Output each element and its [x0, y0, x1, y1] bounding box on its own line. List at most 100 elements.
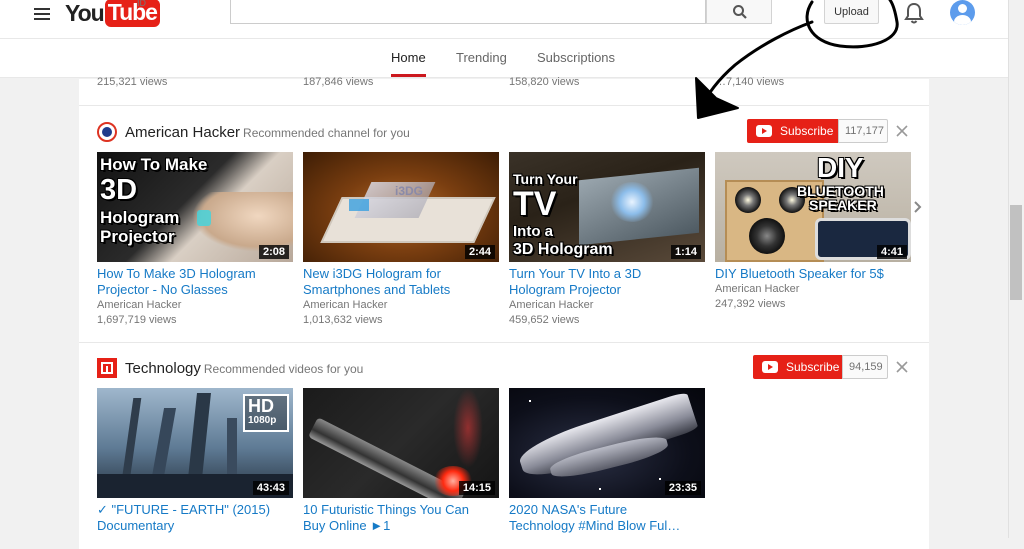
thumbnail-text: i3DG: [395, 184, 424, 198]
video-title-link[interactable]: ✓ "FUTURE - EARTH" (2015) Documentary: [97, 502, 293, 534]
shelf-subtitle: Recommended videos for you: [203, 362, 364, 376]
video-duration: 43:43: [252, 481, 289, 495]
shelf-subtitle: Recommended channel for you: [243, 126, 410, 140]
logo-you-text: You: [65, 0, 105, 26]
shelf-divider: [79, 342, 929, 343]
search-input[interactable]: [230, 0, 706, 24]
video-title-link[interactable]: 10 Futuristic Things You Can Buy Online …: [303, 502, 499, 534]
masthead: You Tube ID Upload: [0, 0, 1008, 38]
video-meta: American Hacker 1,697,719 views: [97, 298, 181, 328]
video-thumbnail[interactable]: 23:35: [509, 388, 705, 498]
video-title-line: Buy Online ►1: [303, 518, 391, 533]
video-channel[interactable]: American Hacker: [97, 298, 181, 313]
topic-channel-icon[interactable]: [97, 358, 117, 378]
video-title-link[interactable]: New i3DG Hologram for Smartphones and Ta…: [303, 266, 499, 298]
hd-badge: HD 1080p: [248, 396, 277, 426]
subscribe-button[interactable]: Subscribe: [747, 119, 838, 143]
subscriber-count: 117,177: [838, 119, 888, 143]
feed-tab-bar: Home Trending Subscriptions: [0, 38, 1008, 78]
previous-row-views: 187,846 views: [303, 76, 374, 88]
page-scrollbar-thumb[interactable]: [1010, 205, 1022, 300]
thumbnail-text: Turn Your: [513, 171, 578, 187]
video-views: 1,697,719 views: [97, 314, 177, 326]
thumbnail-text: How To Make: [100, 155, 208, 174]
thumbnail-text: 3D: [100, 174, 138, 206]
video-duration: 2:44: [464, 245, 495, 259]
video-title-line: How To Make 3D Hologram: [97, 266, 256, 281]
bell-icon[interactable]: [904, 2, 924, 29]
video-channel[interactable]: American Hacker: [509, 298, 593, 313]
video-title-link[interactable]: DIY Bluetooth Speaker for 5$: [715, 266, 911, 282]
video-title-line: 10 Futuristic Things You Can: [303, 502, 469, 517]
video-duration: 1:14: [670, 245, 701, 259]
shelf-header: Technology Recommended videos for you: [125, 360, 363, 377]
video-duration: 14:15: [458, 481, 495, 495]
video-title-line: 2020 NASA's Future: [509, 502, 628, 517]
thumbnail-text: SPEAKER: [809, 197, 877, 213]
chevron-right-icon[interactable]: [913, 200, 923, 214]
thumbnail-text: BLUETOOTH: [797, 183, 884, 199]
video-duration: 4:41: [876, 245, 907, 259]
tab-home[interactable]: Home: [391, 39, 426, 77]
video-title-link[interactable]: How To Make 3D Hologram Projector - No G…: [97, 266, 293, 298]
avatar[interactable]: [950, 0, 975, 25]
video-title-link[interactable]: Turn Your TV Into a 3D Hologram Projecto…: [509, 266, 705, 298]
subscribe-label: Subscribe: [786, 360, 840, 374]
video-meta: American Hacker 459,652 views: [509, 298, 593, 328]
previous-row-views: …7,140 views: [715, 76, 785, 88]
thumbnail-text: Projector: [100, 227, 175, 246]
search-icon: [733, 5, 747, 19]
logo-country-code: ID: [137, 0, 146, 8]
video-views: 459,652 views: [509, 314, 580, 326]
video-title-line: Turn Your TV Into a 3D: [509, 266, 642, 281]
video-meta: American Hacker 1,013,632 views: [303, 298, 387, 328]
thumbnail-text: Into a: [513, 223, 553, 240]
video-title-line: Documentary: [97, 518, 175, 533]
thumbnail-text: TV: [513, 185, 557, 223]
close-icon[interactable]: [894, 123, 910, 139]
shelf-title[interactable]: Technology: [125, 360, 201, 377]
shelf-title[interactable]: American Hacker: [125, 124, 240, 141]
thumbnail-text: 3D Hologram: [513, 241, 613, 258]
video-title-link[interactable]: 2020 NASA's Future Technology #Mind Blow…: [509, 502, 705, 534]
video-title-line: Hologram Projector: [509, 282, 621, 297]
logo-tube-text: Tube: [104, 0, 160, 27]
youtube-play-icon: [762, 361, 778, 373]
video-thumbnail[interactable]: HD 1080p 43:43: [97, 388, 293, 498]
subscriber-count: 94,159: [842, 355, 888, 379]
thumbnail-text: DIY: [817, 152, 864, 183]
video-views: 1,013,632 views: [303, 314, 383, 326]
close-icon[interactable]: [894, 359, 910, 375]
video-views: 247,392 views: [715, 298, 786, 310]
menu-icon[interactable]: [34, 6, 50, 20]
video-thumbnail[interactable]: How To Make 3D Hologram Projector 2:08: [97, 152, 293, 262]
tab-trending[interactable]: Trending: [456, 39, 507, 77]
previous-row-views: 158,820 views: [509, 76, 580, 88]
thumbnail-text: Hologram: [100, 208, 180, 227]
video-title-line: Smartphones and Tablets: [303, 282, 451, 297]
video-meta: American Hacker 247,392 views: [715, 282, 799, 312]
video-title-line: DIY Bluetooth Speaker for 5$: [715, 266, 884, 281]
previous-row-views: 215,321 views: [97, 76, 168, 88]
video-title-line: ✓ "FUTURE - EARTH" (2015): [97, 502, 271, 517]
video-thumbnail[interactable]: 14:15: [303, 388, 499, 498]
channel-avatar-icon[interactable]: [97, 122, 117, 142]
video-duration: 23:35: [664, 481, 701, 495]
shelf-divider: [79, 105, 929, 106]
tab-subscriptions[interactable]: Subscriptions: [537, 39, 615, 77]
shelf-header: American Hacker Recommended channel for y…: [125, 124, 410, 141]
subscribe-button[interactable]: Subscribe: [753, 355, 842, 379]
upload-button[interactable]: Upload: [824, 0, 879, 24]
video-title-line: New i3DG Hologram for: [303, 266, 441, 281]
video-thumbnail[interactable]: Turn Your TV Into a 3D Hologram 1:14: [509, 152, 705, 262]
video-channel[interactable]: American Hacker: [303, 298, 387, 313]
video-thumbnail[interactable]: DIY BLUETOOTH SPEAKER 4:41: [715, 152, 911, 262]
video-title-line: Technology #Mind Blow Ful…: [509, 518, 681, 533]
video-duration: 2:08: [258, 245, 289, 259]
video-title-line: Projector - No Glasses: [97, 282, 228, 297]
video-channel[interactable]: American Hacker: [715, 282, 799, 297]
search-button[interactable]: [706, 0, 772, 24]
subscribe-label: Subscribe: [780, 124, 834, 138]
youtube-logo[interactable]: You Tube ID: [65, 0, 160, 28]
video-thumbnail[interactable]: i3DG 2:44: [303, 152, 499, 262]
